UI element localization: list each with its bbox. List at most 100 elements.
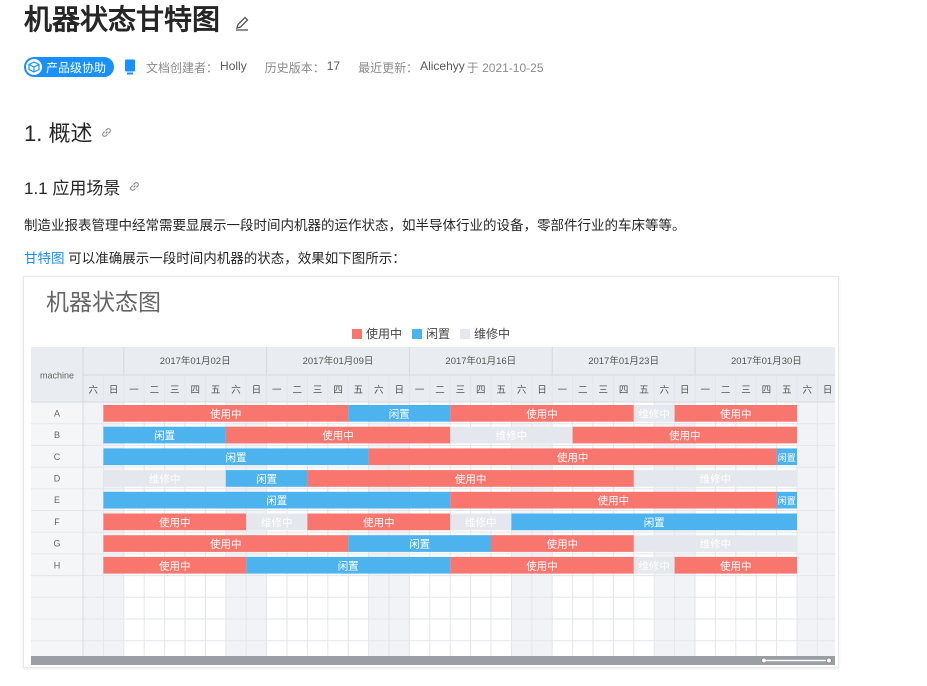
day-label: 四 — [333, 385, 343, 396]
gantt-link[interactable]: 甘特图 — [24, 251, 65, 266]
anchor-link-icon[interactable] — [128, 180, 141, 193]
document-icon — [125, 59, 136, 75]
day-label: 一 — [558, 385, 568, 396]
paragraph-gantt: 甘特图 可以准确展示一段时间内机器的状态，效果如下图所示： — [24, 251, 406, 266]
day-label: 日 — [394, 385, 404, 396]
chart-legend: 使用中 闲置 维修中 — [24, 325, 838, 342]
task-label: 使用中 — [720, 559, 752, 572]
task-label: 使用中 — [526, 559, 558, 572]
scrollbar-handle-right[interactable] — [826, 657, 832, 664]
badge-label: 产品级协助 — [46, 60, 107, 75]
task-label: 使用中 — [455, 472, 487, 485]
gantt-chart-card: 机器状态图 使用中 闲置 维修中 machine 2017年01月02日 2017年01… — [23, 276, 839, 668]
legend-item[interactable]: 闲置 — [411, 325, 450, 342]
task-label: 闲置 — [409, 538, 430, 551]
day-label: 六 — [660, 384, 670, 396]
cube-icon — [26, 59, 42, 75]
day-label: 日 — [823, 385, 833, 396]
task-label: 使用中 — [210, 538, 242, 551]
legend-label: 使用中 — [365, 327, 402, 341]
day-label: 六 — [802, 384, 812, 396]
day-label: 一 — [415, 385, 425, 396]
task-label: 维修中 — [638, 407, 670, 420]
machine-label: G — [53, 539, 60, 549]
page-title: 机器状态甘特图 — [24, 4, 221, 35]
day-label: 六 — [374, 384, 384, 396]
section-heading-overview: 1. 概述 — [24, 116, 113, 148]
version-count[interactable]: 17 — [327, 59, 340, 76]
legend-item[interactable]: 维修中 — [460, 325, 510, 342]
machine-label: E — [54, 495, 60, 505]
task-label: 维修中 — [700, 538, 732, 551]
day-label: 三 — [741, 385, 751, 396]
updated-by[interactable]: Alicehyy — [420, 59, 465, 76]
day-label: 四 — [619, 385, 629, 396]
doc-meta: 产品级协助 文档创建者： Holly 历史版本： 17 最近更新： Aliceh… — [24, 57, 552, 77]
task-label: 闲置 — [154, 429, 175, 442]
legend-swatch — [460, 328, 470, 339]
day-label: 二 — [578, 385, 588, 396]
machine-label: A — [54, 408, 60, 418]
day-label: 一 — [129, 385, 139, 396]
day-label: 六 — [88, 384, 98, 396]
day-label: 五 — [211, 385, 221, 396]
chart-title: 机器状态图 — [46, 289, 161, 315]
legend-swatch — [351, 328, 362, 339]
anchor-link-icon[interactable] — [100, 126, 113, 139]
task-label: 维修中 — [149, 472, 181, 485]
edit-icon[interactable] — [234, 15, 250, 31]
day-label: 二 — [292, 385, 302, 396]
task-label: 使用中 — [669, 429, 701, 442]
day-label: 五 — [496, 385, 506, 396]
legend-item[interactable]: 使用中 — [351, 325, 402, 342]
product-badge[interactable]: 产品级协助 — [24, 57, 115, 77]
week-label: 2017年01月16日 — [445, 355, 516, 367]
day-label: 二 — [150, 385, 160, 396]
task-label: 闲置 — [266, 494, 287, 507]
day-label: 三 — [456, 385, 466, 396]
task-label: 使用中 — [159, 559, 191, 572]
legend-label: 闲置 — [425, 327, 450, 341]
task-label: 闲置 — [256, 472, 277, 485]
task-label: 使用中 — [557, 451, 589, 464]
week-label: 2017年01月30日 — [731, 355, 802, 367]
task-label: 闲置 — [778, 453, 796, 464]
task-label: 使用中 — [547, 538, 579, 551]
day-label: 一 — [700, 385, 710, 396]
day-label: 五 — [639, 385, 649, 396]
day-label: 四 — [190, 385, 200, 396]
task-label: 闲置 — [389, 407, 410, 420]
task-label: 闲置 — [226, 451, 247, 464]
task-label: 使用中 — [720, 407, 752, 420]
day-label: 日 — [109, 385, 119, 396]
week-label: 2017年01月09日 — [303, 355, 374, 367]
paragraph-intro: 制造业报表管理中经常需要显展示一段时间内机器的运作状态，如半导体行业的设备，零部… — [24, 218, 686, 233]
task-label: 维修中 — [465, 516, 497, 529]
section-heading-scenario: 1.1 应用场景 — [24, 174, 141, 199]
task-label: 闲置 — [338, 559, 359, 572]
machine-label: C — [54, 452, 61, 462]
day-label: 三 — [170, 385, 180, 396]
day-label: 一 — [272, 385, 282, 396]
day-label: 六 — [231, 384, 241, 396]
day-label: 五 — [354, 385, 364, 396]
legend-label: 维修中 — [474, 327, 511, 341]
version-info: 历史版本： 17 — [264, 58, 341, 76]
task-label: 维修中 — [638, 559, 670, 572]
task-label: 使用中 — [598, 494, 630, 507]
task-label: 使用中 — [322, 429, 354, 442]
task-label: 闲置 — [778, 496, 796, 507]
day-label: 日 — [680, 385, 690, 396]
machine-label: F — [54, 517, 60, 527]
day-label: 二 — [721, 385, 731, 396]
creator-info: 文档创建者： Holly — [146, 58, 247, 76]
task-label: 闲置 — [644, 516, 665, 529]
updated-at: 于 2021-10-25 — [466, 60, 544, 75]
task-label: 使用中 — [210, 407, 242, 420]
machine-label: B — [54, 430, 60, 440]
page-title-row: 机器状态甘特图 — [24, 2, 250, 38]
creator-name[interactable]: Holly — [220, 59, 247, 76]
task-label: 维修中 — [261, 516, 293, 529]
task-label: 使用中 — [526, 407, 558, 420]
task-label: 使用中 — [159, 516, 191, 529]
